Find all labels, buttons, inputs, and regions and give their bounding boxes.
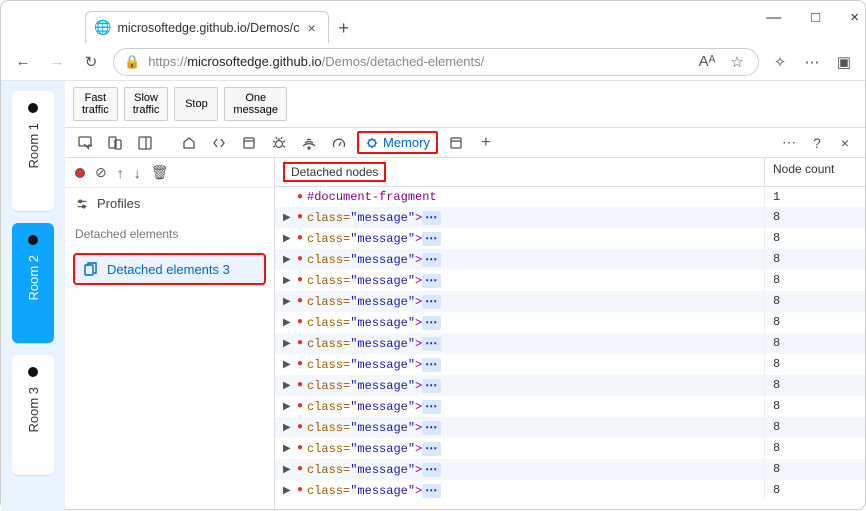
- sources-tab-icon[interactable]: [237, 131, 261, 155]
- rooms-rail: Room 1 Room 2 Room 3: [1, 81, 65, 511]
- devtools-help-icon[interactable]: ?: [805, 131, 829, 155]
- devtools-right-pane: Detached nodes Node count ● #document-fr…: [275, 158, 865, 511]
- table-row[interactable]: ▶● class="message">⋯ 8: [275, 480, 865, 501]
- window-controls: — □ ×: [766, 9, 859, 26]
- detached-heading: Detached elements: [65, 219, 274, 249]
- fast-traffic-button[interactable]: Fasttraffic: [73, 87, 118, 121]
- devtools-tab-bar: Memory + ⋯ ? ×: [65, 128, 865, 158]
- favorite-icon[interactable]: ☆: [726, 53, 748, 71]
- status-dot-icon: [28, 367, 38, 377]
- table-row[interactable]: ▶● class="message">⋯ 8: [275, 396, 865, 417]
- record-icon[interactable]: [75, 168, 85, 178]
- table-row[interactable]: ▶● class="message">⋯ 8: [275, 333, 865, 354]
- col-node-count[interactable]: Node count: [765, 158, 865, 186]
- detached-elements-item[interactable]: Detached elements 3: [73, 253, 266, 285]
- page-main: Fasttraffic Slowtraffic Stop Onemessage: [65, 81, 865, 511]
- read-aloud-icon[interactable]: Aᴬ: [696, 53, 718, 70]
- titlebar: 🌐 microsoftedge.github.io/Demos/c × + — …: [1, 1, 865, 43]
- dock-icon[interactable]: [133, 131, 157, 155]
- table-row[interactable]: ▶● class="message">⋯ 8: [275, 270, 865, 291]
- profiles-row[interactable]: Profiles: [65, 188, 274, 219]
- reload-button[interactable]: ↻: [79, 50, 103, 74]
- tab-close-icon[interactable]: ×: [305, 20, 317, 36]
- clear-icon[interactable]: ⊘: [95, 164, 107, 181]
- table-row[interactable]: ▶● class="message">⋯ 8: [275, 312, 865, 333]
- room-3[interactable]: Room 3: [12, 355, 54, 475]
- url-box[interactable]: 🔒 https://microsoftedge.github.io/Demos/…: [113, 48, 759, 76]
- sliders-icon: [75, 197, 89, 211]
- content: Room 1 Room 2 Room 3 Fasttraffic Slowtra…: [1, 81, 865, 511]
- table-row[interactable]: ▶● class="message">⋯ 8: [275, 249, 865, 270]
- more-icon[interactable]: ⋯: [801, 53, 823, 71]
- table-row[interactable]: ▶● class="message">⋯ 8: [275, 291, 865, 312]
- more-tabs-button[interactable]: +: [474, 131, 498, 155]
- profiles-label: Profiles: [97, 196, 140, 211]
- inspect-icon[interactable]: [73, 131, 97, 155]
- one-message-button[interactable]: Onemessage: [224, 87, 287, 121]
- room-label: Room 3: [26, 387, 41, 433]
- stop-button[interactable]: Stop: [174, 87, 218, 121]
- table-row[interactable]: ▶● class="message">⋯ 8: [275, 417, 865, 438]
- lock-icon: 🔒: [124, 54, 140, 70]
- globe-icon: 🌐: [94, 19, 111, 36]
- window-maximize-icon[interactable]: □: [811, 9, 820, 26]
- memory-tab[interactable]: Memory: [357, 131, 438, 154]
- address-bar: ← → ↻ 🔒 https://microsoftedge.github.io/…: [1, 43, 865, 81]
- col-detached-nodes[interactable]: Detached nodes: [275, 158, 765, 186]
- detached-icon: [83, 261, 99, 277]
- page-controls: Fasttraffic Slowtraffic Stop Onemessage: [65, 81, 865, 127]
- devtools-more-icon[interactable]: ⋯: [777, 131, 801, 155]
- url-schema: https://: [148, 54, 187, 69]
- slow-traffic-button[interactable]: Slowtraffic: [124, 87, 169, 121]
- bug-tab-icon[interactable]: [267, 131, 291, 155]
- detached-item-label: Detached elements 3: [107, 262, 230, 277]
- welcome-tab-icon[interactable]: [177, 131, 201, 155]
- window-close-icon[interactable]: ×: [850, 9, 859, 26]
- room-1[interactable]: Room 1: [12, 91, 54, 211]
- memory-tab-label: Memory: [383, 135, 430, 150]
- devtools-close-icon[interactable]: ×: [833, 131, 857, 155]
- application-tab-icon[interactable]: [444, 131, 468, 155]
- network-tab-icon[interactable]: [297, 131, 321, 155]
- grid-header: Detached nodes Node count: [275, 158, 865, 187]
- browser-tab[interactable]: 🌐 microsoftedge.github.io/Demos/c ×: [85, 11, 329, 43]
- back-button[interactable]: ←: [11, 50, 35, 74]
- device-icon[interactable]: [103, 131, 127, 155]
- extensions-icon[interactable]: ✧: [769, 53, 791, 71]
- elements-tab-icon[interactable]: [207, 131, 231, 155]
- sidebar-icon[interactable]: ▣: [833, 53, 855, 71]
- tab-title: microsoftedge.github.io/Demos/c: [117, 21, 299, 35]
- delete-icon[interactable]: 🗑: [151, 164, 169, 181]
- devtools-body: ⊘ ↑ ↓ 🗑 Profiles Detached elements Detac…: [65, 158, 865, 511]
- grid-body[interactable]: ● #document-fragment1▶● class="message">…: [275, 187, 865, 511]
- forward-button: →: [45, 50, 69, 74]
- status-dot-icon: [28, 103, 38, 113]
- devtools: Memory + ⋯ ? × ⊘ ↑ ↓: [65, 127, 865, 511]
- room-label: Room 2: [26, 255, 41, 301]
- table-row[interactable]: ▶● class="message">⋯ 8: [275, 438, 865, 459]
- export-icon[interactable]: ↑: [117, 165, 124, 181]
- table-row[interactable]: ▶● class="message">⋯ 8: [275, 228, 865, 249]
- table-row[interactable]: ▶● class="message">⋯ 8: [275, 459, 865, 480]
- window-minimize-icon[interactable]: —: [766, 9, 781, 26]
- table-row[interactable]: ▶● class="message">⋯ 8: [275, 354, 865, 375]
- table-row[interactable]: ▶● class="message">⋯ 8: [275, 375, 865, 396]
- room-label: Room 1: [26, 123, 41, 169]
- room-2[interactable]: Room 2: [12, 223, 54, 343]
- import-icon[interactable]: ↓: [134, 165, 141, 181]
- status-dot-icon: [28, 235, 38, 245]
- devtools-left-pane: ⊘ ↑ ↓ 🗑 Profiles Detached elements Detac…: [65, 158, 275, 511]
- new-tab-button[interactable]: +: [329, 13, 359, 43]
- table-row[interactable]: ● #document-fragment1: [275, 187, 865, 207]
- memory-toolbar: ⊘ ↑ ↓ 🗑: [65, 158, 274, 188]
- url-host: microsoftedge.github.io: [187, 54, 321, 69]
- table-row[interactable]: ▶● class="message">⋯ 8: [275, 207, 865, 228]
- url-path: /Demos/detached-elements/: [322, 54, 485, 69]
- performance-tab-icon[interactable]: [327, 131, 351, 155]
